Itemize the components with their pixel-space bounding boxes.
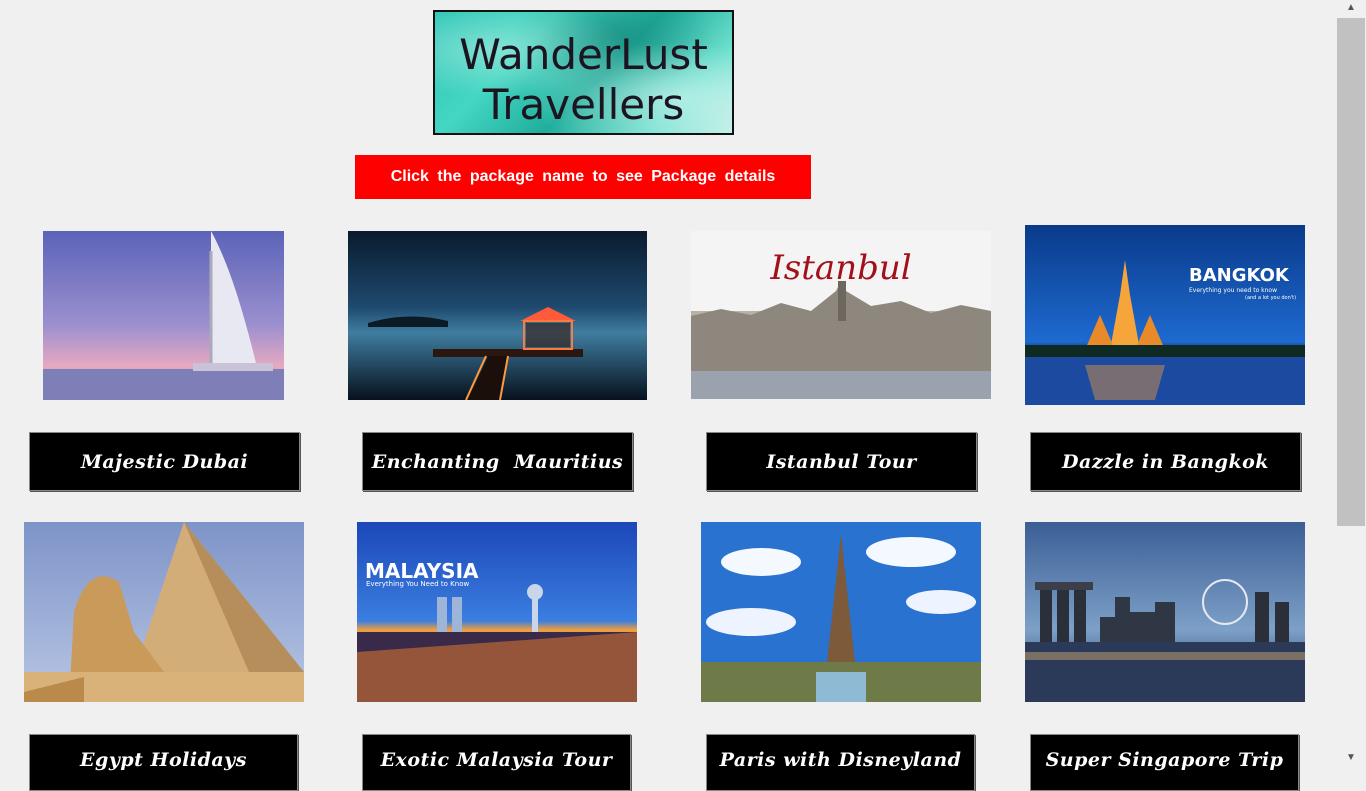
package-button-dazzle-in-bangkok[interactable]: Dazzle in Bangkok: [1030, 432, 1301, 491]
logo-line-1: WanderLust: [459, 30, 708, 79]
svg-text:Everything you need to know: Everything you need to know: [1189, 287, 1277, 294]
package-image-bangkok[interactable]: BANGKOK Everything you need to know (and…: [1025, 225, 1305, 405]
package-button-enchanting-mauritius[interactable]: Enchanting Mauritius: [362, 432, 633, 491]
package-button-paris-with-disneyland[interactable]: Paris with Disneyland: [706, 734, 975, 791]
package-image-mauritius[interactable]: [348, 231, 647, 400]
instruction-banner: Click the package name to see Package de…: [355, 155, 811, 199]
package-image-dubai[interactable]: [43, 231, 284, 400]
svg-text:(and a lot you don't): (and a lot you don't): [1245, 295, 1296, 301]
package-button-egypt-holidays[interactable]: Egypt Holidays: [29, 734, 298, 791]
istanbul-image-title: Istanbul: [769, 248, 911, 288]
logo: WanderLust Travellers: [433, 10, 734, 135]
package-image-malaysia[interactable]: MALAYSIA Everything You Need to Know: [357, 522, 637, 702]
bangkok-image-title: BANGKOK: [1189, 265, 1290, 286]
package-image-istanbul[interactable]: Istanbul: [691, 231, 991, 399]
package-button-majestic-dubai[interactable]: Majestic Dubai: [29, 432, 300, 491]
package-image-paris[interactable]: [701, 522, 981, 702]
package-button-istanbul-tour[interactable]: Istanbul Tour: [706, 432, 977, 491]
logo-line-2: Travellers: [482, 80, 685, 129]
package-image-egypt[interactable]: [24, 522, 304, 702]
scroll-up-arrow-icon[interactable]: ▲: [1343, 2, 1359, 16]
svg-text:Everything You Need to Know: Everything You Need to Know: [366, 580, 469, 588]
scrollbar-thumb[interactable]: [1337, 18, 1365, 526]
package-button-super-singapore-trip[interactable]: Super Singapore Trip: [1030, 734, 1299, 791]
scroll-down-arrow-icon[interactable]: ▼: [1343, 752, 1359, 766]
package-image-singapore[interactable]: [1025, 522, 1305, 702]
package-button-exotic-malaysia-tour[interactable]: Exotic Malaysia Tour: [362, 734, 631, 791]
